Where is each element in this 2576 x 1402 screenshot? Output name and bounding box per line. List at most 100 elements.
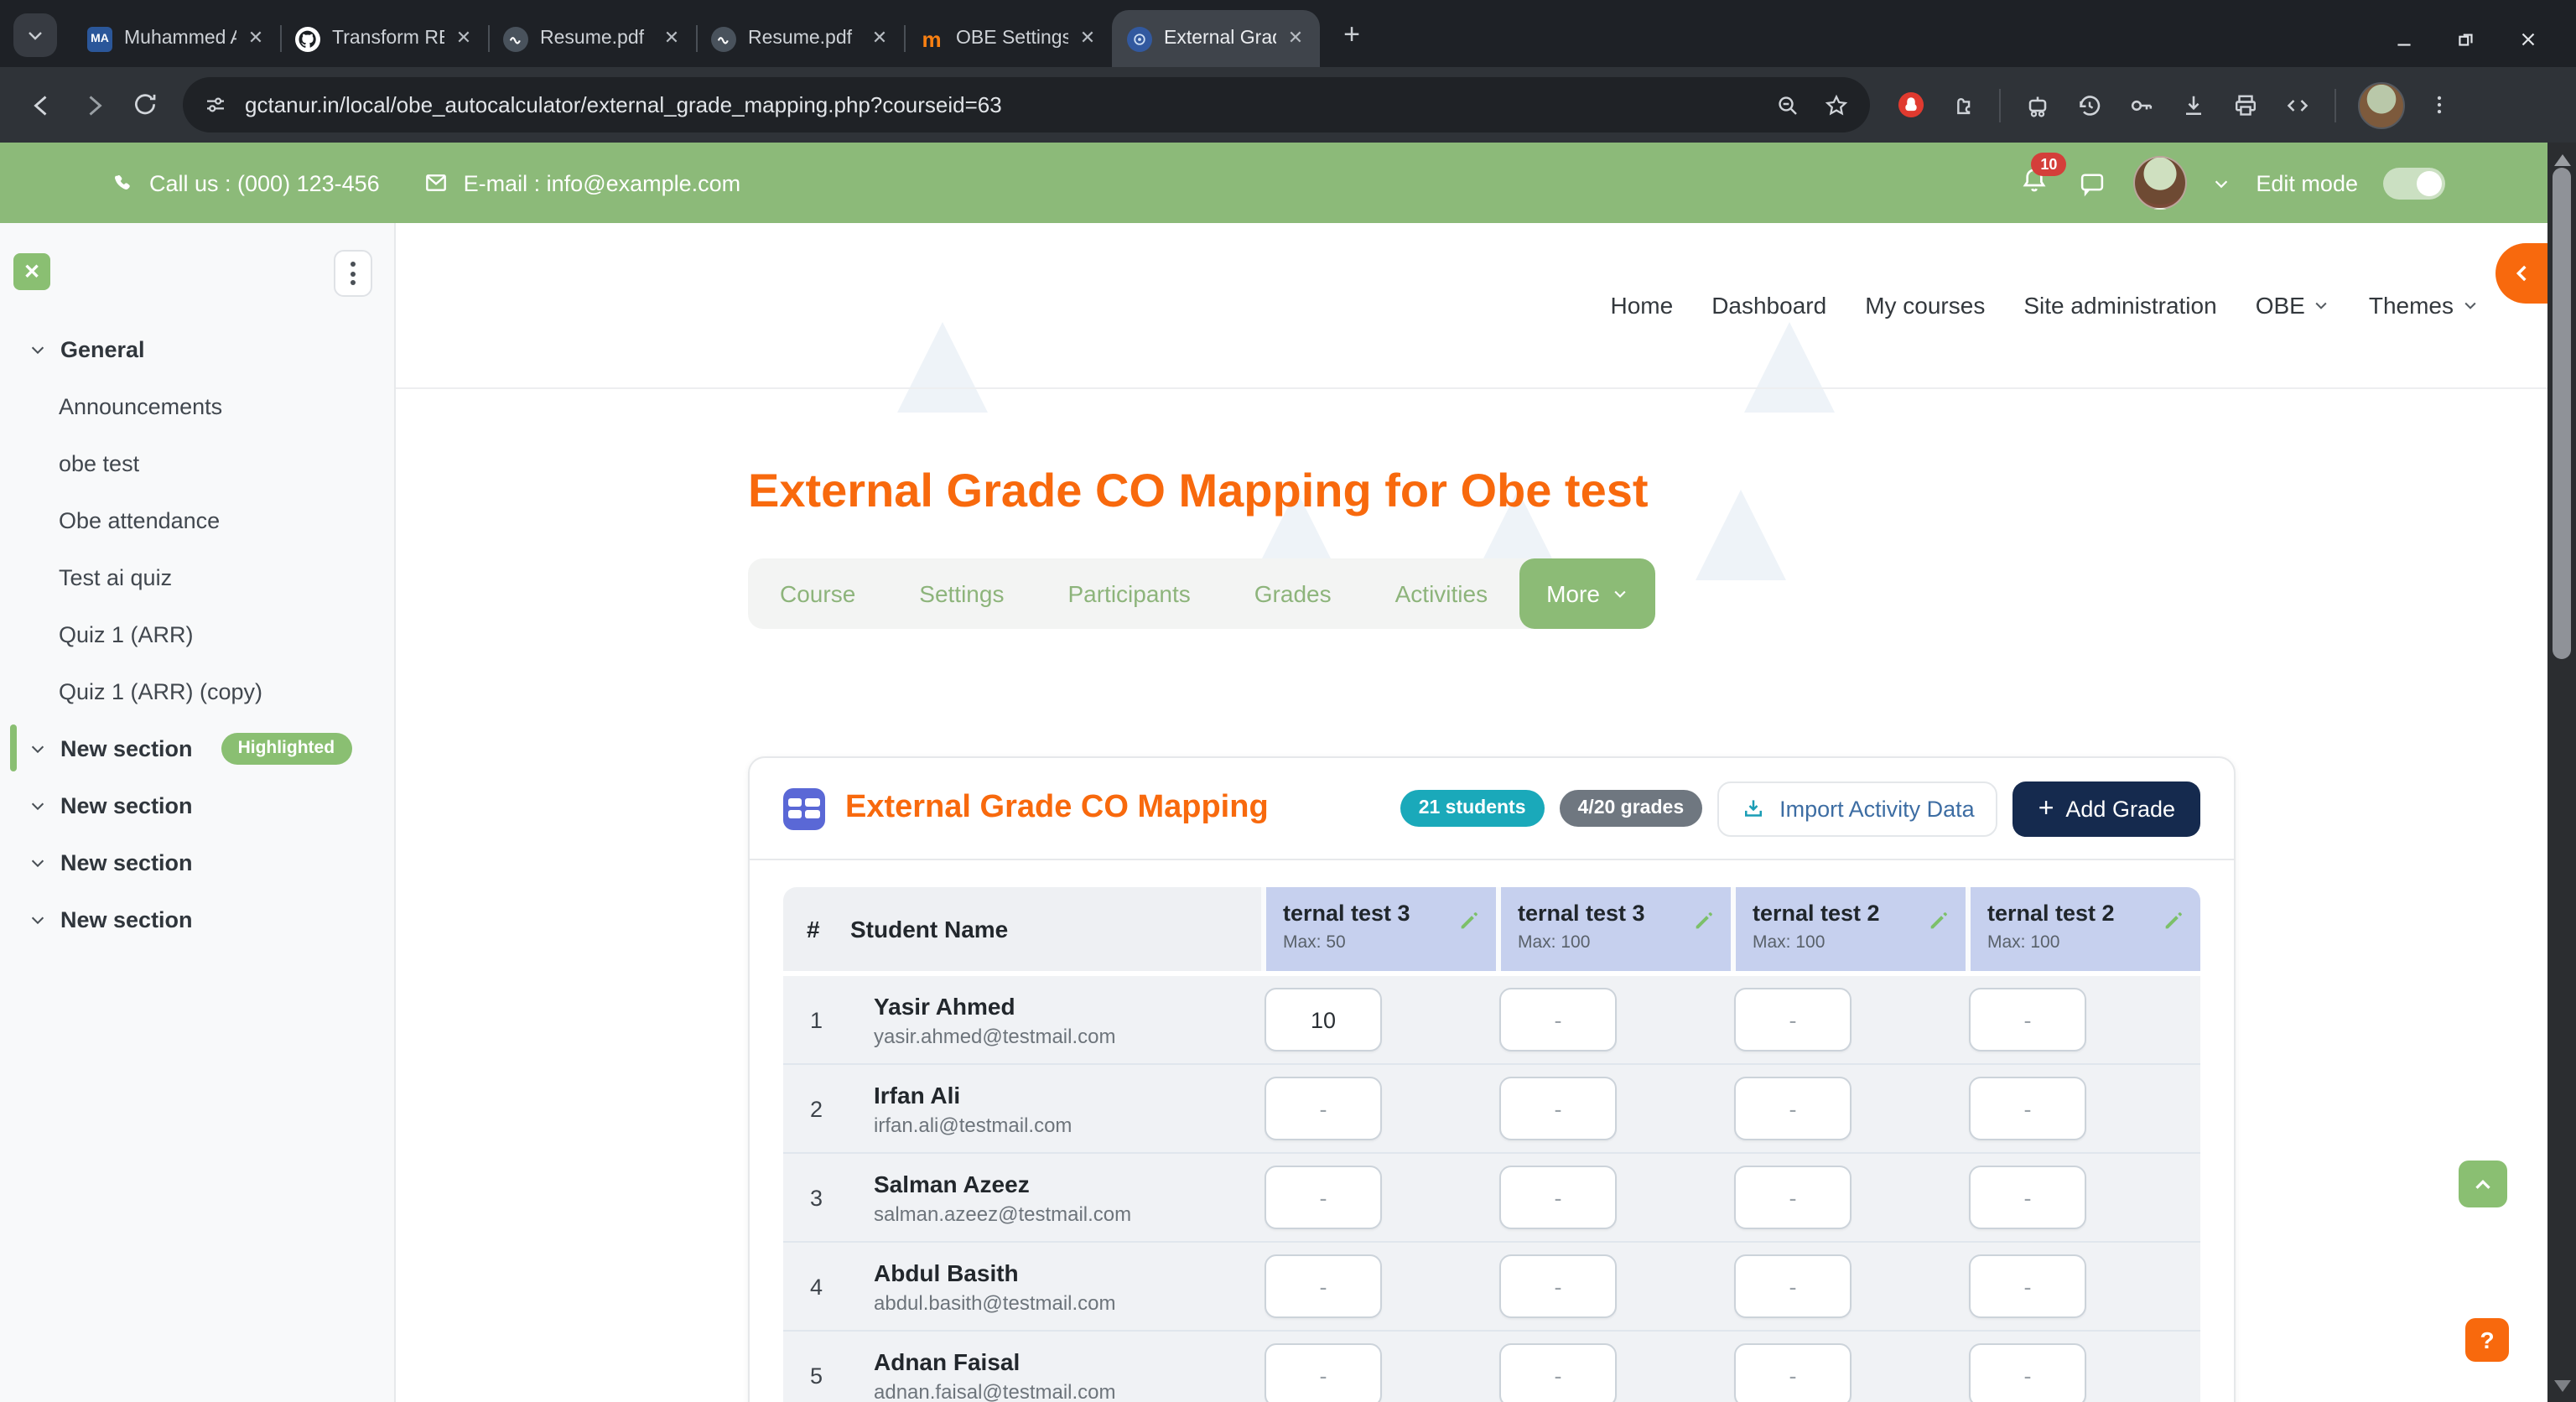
page-scrollbar[interactable] <box>2547 143 2576 1402</box>
course-tab-settings[interactable]: Settings <box>887 580 1036 607</box>
reload-button[interactable] <box>121 80 169 129</box>
nav-dashboard[interactable]: Dashboard <box>1711 292 1826 319</box>
new-tab-button[interactable]: + <box>1330 13 1374 57</box>
grade-input[interactable] <box>1734 1343 1852 1402</box>
grade-input[interactable] <box>1734 988 1852 1052</box>
tab-close-icon[interactable]: ✕ <box>1075 26 1100 51</box>
course-tab-more[interactable]: More <box>1519 558 1655 629</box>
grade-input[interactable] <box>1734 1077 1852 1140</box>
print-icon[interactable] <box>2231 90 2261 120</box>
history-icon[interactable] <box>2075 90 2105 120</box>
tab-close-icon[interactable]: ✕ <box>243 26 268 51</box>
extensions-puzzle-icon[interactable] <box>1949 91 1977 119</box>
edit-pencil-icon[interactable] <box>1927 909 1950 932</box>
course-tab-activities[interactable]: Activities <box>1363 580 1519 607</box>
tab-search-button[interactable] <box>13 13 57 57</box>
nav-site-administration[interactable]: Site administration <box>2023 292 2216 319</box>
browser-profile-avatar[interactable] <box>2358 81 2405 128</box>
grade-input[interactable] <box>1734 1254 1852 1318</box>
add-grade-button[interactable]: + Add Grade <box>2013 781 2200 836</box>
close-drawer-button[interactable]: ✕ <box>13 253 50 290</box>
course-tab-grades[interactable]: Grades <box>1223 580 1363 607</box>
grade-input[interactable] <box>1265 1166 1382 1229</box>
downloads-icon[interactable] <box>2179 90 2209 120</box>
forward-button[interactable] <box>69 80 117 129</box>
grade-input[interactable] <box>1969 1077 2086 1140</box>
course-tab-participants[interactable]: Participants <box>1036 580 1222 607</box>
browser-tab-3[interactable]: Resume.pdf✕ <box>488 10 696 67</box>
url-text[interactable]: gctanur.in/local/obe_autocalculator/exte… <box>245 92 1763 117</box>
sidebar-item-new-section[interactable]: New section <box>0 833 394 891</box>
grade-input[interactable] <box>1499 1166 1617 1229</box>
browser-tab-2[interactable]: Transform README in✕ <box>280 10 488 67</box>
tab-close-icon[interactable]: ✕ <box>451 26 476 51</box>
adblock-extension-icon[interactable] <box>1895 89 1927 121</box>
sidebar-item-obe-test[interactable]: obe test <box>0 434 394 491</box>
user-avatar[interactable] <box>2133 156 2187 210</box>
nav-home[interactable]: Home <box>1610 292 1673 319</box>
user-menu-caret-icon[interactable] <box>2212 174 2231 192</box>
nav-obe[interactable]: OBE <box>2256 292 2330 319</box>
browser-menu-kebab-icon[interactable] <box>2427 92 2452 117</box>
messages-icon[interactable] <box>2076 167 2108 199</box>
scrollbar-thumb[interactable] <box>2553 168 2571 659</box>
help-button[interactable]: ? <box>2465 1318 2509 1362</box>
open-block-drawer-button[interactable] <box>2496 243 2547 304</box>
scrollbar-up-arrow[interactable] <box>2553 154 2570 166</box>
browser-tab-5[interactable]: mOBE Settings for BCA✕ <box>904 10 1112 67</box>
passwords-key-icon[interactable] <box>2127 90 2157 120</box>
bookmark-star-icon[interactable] <box>1811 80 1860 129</box>
grade-input[interactable] <box>1969 1254 2086 1318</box>
nav-my-courses[interactable]: My courses <box>1865 292 1985 319</box>
scroll-to-top-button[interactable] <box>2459 1161 2507 1207</box>
back-button[interactable] <box>17 80 65 129</box>
edit-pencil-icon[interactable] <box>1457 909 1481 932</box>
nav-label: My courses <box>1865 292 1985 319</box>
import-activity-data-button[interactable]: Import Activity Data <box>1717 781 1998 836</box>
sidebar-item-test-ai-quiz[interactable]: Test ai quiz <box>0 548 394 605</box>
grade-input[interactable] <box>1265 1254 1382 1318</box>
notifications-button[interactable]: 10 <box>2018 164 2051 202</box>
drawer-kebab-menu[interactable] <box>334 250 372 297</box>
code-devtools-icon[interactable] <box>2283 90 2313 120</box>
address-bar[interactable]: gctanur.in/local/obe_autocalculator/exte… <box>183 77 1870 132</box>
course-tab-course[interactable]: Course <box>748 580 887 607</box>
grade-input[interactable] <box>1499 1254 1617 1318</box>
sidebar-item-quiz-1-arr-copy-[interactable]: Quiz 1 (ARR) (copy) <box>0 662 394 719</box>
sidebar-item-new-section[interactable]: New section <box>0 891 394 948</box>
grade-input[interactable] <box>1499 1343 1617 1402</box>
sidebar-item-obe-attendance[interactable]: Obe attendance <box>0 491 394 548</box>
edit-pencil-icon[interactable] <box>2162 909 2185 932</box>
grade-input[interactable] <box>1499 988 1617 1052</box>
restore-icon[interactable] <box>2455 29 2477 50</box>
grade-input[interactable] <box>1734 1166 1852 1229</box>
browser-tab-1[interactable]: MAMuhammed Aflah - Re✕ <box>72 10 280 67</box>
grade-input[interactable] <box>1969 1343 2086 1402</box>
grade-input[interactable] <box>1969 988 2086 1052</box>
sidebar-item-quiz-1-arr-[interactable]: Quiz 1 (ARR) <box>0 605 394 662</box>
tab-close-icon[interactable]: ✕ <box>659 26 684 51</box>
edit-mode-toggle[interactable] <box>2383 167 2445 199</box>
grade-input[interactable] <box>1265 1077 1382 1140</box>
tab-close-icon[interactable]: ✕ <box>1283 26 1308 51</box>
sidebar-item-announcements[interactable]: Announcements <box>0 377 394 434</box>
automation-extension-icon[interactable] <box>2023 90 2053 120</box>
minimize-icon[interactable] <box>2393 29 2415 50</box>
browser-tab-6[interactable]: External Grade CO Ma✕ <box>1112 10 1320 67</box>
tab-close-icon[interactable]: ✕ <box>867 26 892 51</box>
zoom-icon[interactable] <box>1763 80 1811 129</box>
sidebar-item-general[interactable]: General <box>0 320 394 377</box>
edit-pencil-icon[interactable] <box>1692 909 1716 932</box>
course-index-drawer: ✕ GeneralAnnouncementsobe testObe attend… <box>0 223 396 1402</box>
nav-themes[interactable]: Themes <box>2369 292 2479 319</box>
grade-input[interactable] <box>1265 988 1382 1052</box>
grade-input[interactable] <box>1969 1166 2086 1229</box>
grade-input[interactable] <box>1499 1077 1617 1140</box>
grade-input[interactable] <box>1265 1343 1382 1402</box>
scrollbar-down-arrow[interactable] <box>2553 1380 2570 1392</box>
browser-tab-4[interactable]: Resume.pdf✕ <box>696 10 904 67</box>
sidebar-item-new-section[interactable]: New section <box>0 776 394 833</box>
sidebar-item-new-section[interactable]: New sectionHighlighted <box>0 719 394 776</box>
site-settings-icon[interactable] <box>203 92 228 117</box>
close-window-icon[interactable] <box>2517 29 2539 50</box>
